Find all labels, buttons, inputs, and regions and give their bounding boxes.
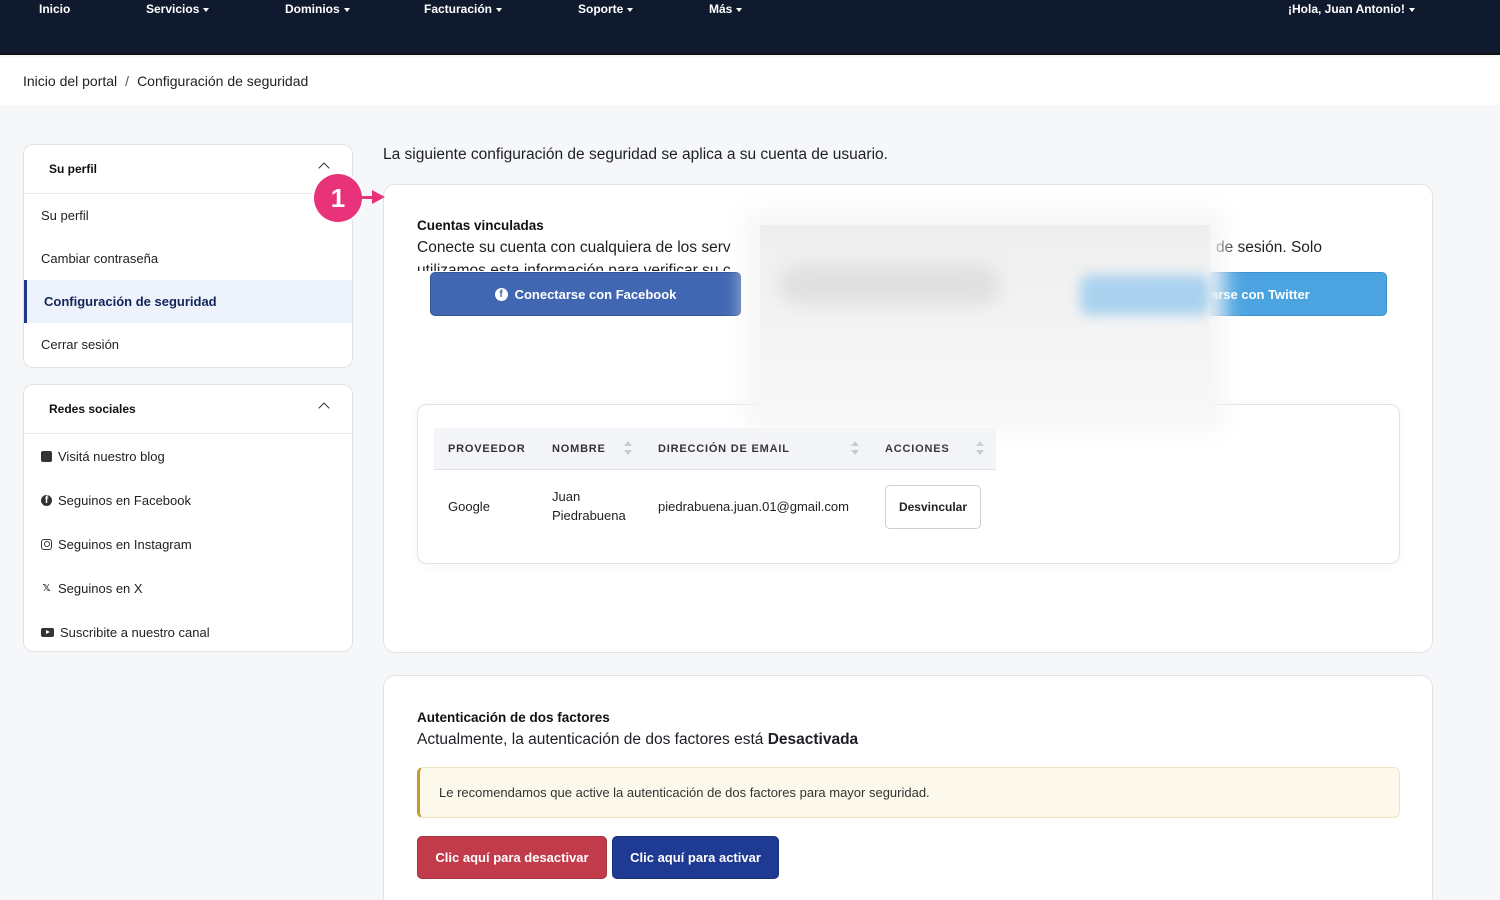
activate-2fa-button[interactable]: Clic aquí para activar (612, 836, 779, 879)
social-item-label: Suscribite a nuestro canal (60, 624, 210, 640)
caret-down-icon (343, 7, 350, 12)
blurred-button (1080, 275, 1210, 315)
two-factor-title: Autenticación de dos factores (417, 710, 610, 725)
blog-icon (41, 450, 52, 462)
two-factor-alert-text: Le recomendamos que active la autenticac… (439, 785, 930, 800)
column-header-acciones: ACCIONES (885, 443, 950, 455)
user-menu[interactable]: ¡Hola, Juan Antonio! (1288, 2, 1415, 16)
linked-accounts-desc-line2: utilizamos esta información para verific… (417, 262, 731, 271)
blurred-text (780, 265, 1000, 305)
column-header-proveedor[interactable]: PROVEEDOR (448, 443, 526, 455)
instagram-icon (41, 538, 52, 550)
column-header-nombre[interactable]: NOMBRE (552, 443, 606, 455)
social-item-label: Visitá nuestro blog (58, 448, 165, 464)
connect-facebook-button[interactable]: f Conectarse con Facebook (430, 272, 741, 316)
social-panel-title: Redes sociales (49, 402, 136, 416)
nav-soporte-label: Soporte (578, 2, 624, 16)
linked-accounts-desc-line1-end: de sesión. Solo (1216, 239, 1322, 256)
breadcrumb-home-link[interactable]: Inicio del portal (23, 73, 117, 89)
table-header: PROVEEDOR NOMBRE DIRECCIÓN DE EMAIL ACCI… (434, 428, 996, 470)
linked-accounts-title: Cuentas vinculadas (417, 218, 544, 233)
chevron-up-icon[interactable] (318, 402, 330, 414)
nav-soporte[interactable]: Soporte (578, 2, 634, 16)
caret-down-icon (1408, 7, 1415, 12)
facebook-icon: f (494, 287, 508, 301)
sidebar-item-cerrar-sesion[interactable]: Cerrar sesión (24, 323, 352, 366)
deactivate-2fa-label: Clic aquí para desactivar (435, 850, 589, 865)
nav-inicio-label: Inicio (39, 2, 71, 16)
step-callout-badge: 1 (314, 174, 362, 222)
profile-panel: Su perfil Su perfil Cambiar contraseña C… (23, 144, 353, 368)
redacted-blur-region (760, 225, 1210, 415)
social-item-label: Seguinos en Facebook (58, 492, 191, 508)
activate-2fa-label: Clic aquí para activar (630, 850, 761, 865)
security-intro-text: La siguiente configuración de seguridad … (383, 146, 888, 163)
facebook-icon: f (41, 494, 52, 506)
nav-servicios[interactable]: Servicios (146, 2, 210, 16)
x-icon: 𝕏 (42, 582, 51, 594)
user-greeting: ¡Hola, Juan Antonio! (1288, 2, 1405, 16)
nav-dominios-label: Dominios (285, 2, 340, 16)
social-item-label: Seguinos en Instagram (58, 536, 192, 552)
nav-inicio[interactable]: Inicio (39, 2, 70, 16)
column-header-email[interactable]: DIRECCIÓN DE EMAIL (658, 443, 790, 455)
breadcrumb: Inicio del portal / Configuración de segur… (23, 73, 308, 89)
two-factor-status-prefix: Actualmente, la autenticación de dos fac… (417, 731, 764, 748)
connect-twitter-label: arse con Twitter (1211, 286, 1310, 302)
sidebar-item-label: Su perfil (41, 208, 89, 223)
two-factor-status: Actualmente, la autenticación de dos fac… (417, 728, 858, 751)
sort-icon[interactable] (976, 441, 984, 457)
arrow-right-icon (372, 190, 385, 204)
social-item-x[interactable]: 𝕏 Seguinos en X (24, 566, 352, 610)
unlink-button[interactable]: Desvincular (885, 485, 981, 529)
social-panel: Redes sociales Visitá nuestro blog f Segu… (23, 384, 353, 652)
social-item-facebook[interactable]: f Seguinos en Facebook (24, 478, 352, 522)
sort-icon[interactable] (851, 441, 859, 457)
breadcrumb-separator: / (125, 73, 130, 89)
profile-panel-title: Su perfil (49, 162, 98, 176)
profile-panel-header[interactable]: Su perfil (24, 145, 352, 194)
social-item-label: Seguinos en X (58, 580, 143, 596)
cell-name-first: Juan (552, 489, 581, 504)
cell-name-last: Piedrabuena (552, 508, 626, 523)
nav-facturacion-label: Facturación (424, 2, 493, 16)
two-factor-alert: Le recomendamos que active la autenticac… (417, 767, 1400, 818)
sidebar-item-cambiar-contrasena[interactable]: Cambiar contraseña (24, 237, 352, 280)
caret-down-icon (627, 7, 634, 12)
youtube-icon (41, 627, 54, 637)
social-panel-header[interactable]: Redes sociales (24, 385, 352, 434)
two-factor-card: Autenticación de dos factores Actualment… (383, 675, 1433, 900)
nav-dominios[interactable]: Dominios (285, 2, 350, 16)
social-item-instagram[interactable]: Seguinos en Instagram (24, 522, 352, 566)
sidebar-item-configuracion-seguridad[interactable]: Configuración de seguridad (24, 280, 352, 323)
chevron-up-icon[interactable] (318, 162, 330, 174)
social-item-youtube[interactable]: Suscribite a nuestro canal (24, 610, 352, 651)
nav-mas-label: Más (709, 2, 733, 16)
nav-servicios-label: Servicios (146, 2, 200, 16)
caret-down-icon (203, 7, 210, 12)
deactivate-2fa-button[interactable]: Clic aquí para desactivar (417, 836, 607, 879)
sidebar-item-label: Cerrar sesión (41, 337, 120, 352)
top-navigation: Inicio Servicios Dominios Facturación So… (0, 0, 1500, 55)
nav-facturacion[interactable]: Facturación (424, 2, 503, 16)
sidebar-item-label: Cambiar contraseña (41, 251, 159, 266)
cell-email: piedrabuena.juan.01@gmail.com (658, 499, 849, 514)
sort-icon[interactable] (624, 441, 632, 457)
sidebar-item-su-perfil[interactable]: Su perfil (24, 194, 352, 237)
cell-provider: Google (448, 499, 490, 514)
nav-mas[interactable]: Más (709, 2, 743, 16)
social-item-blog[interactable]: Visitá nuestro blog (24, 434, 352, 478)
linked-accounts-table-card: PROVEEDOR NOMBRE DIRECCIÓN DE EMAIL ACCI… (417, 404, 1400, 564)
two-factor-status-value: Desactivada (767, 731, 859, 748)
breadcrumb-current: Configuración de seguridad (137, 73, 309, 89)
caret-down-icon (496, 7, 503, 12)
connect-facebook-label: Conectarse con Facebook (514, 286, 677, 302)
breadcrumb-bar: Inicio del portal / Configuración de segur… (0, 57, 1500, 105)
linked-accounts-desc-line1: Conecte su cuenta con cualquiera de los … (417, 239, 731, 256)
sidebar-item-label: Configuración de seguridad (44, 294, 217, 309)
caret-down-icon (736, 7, 743, 12)
